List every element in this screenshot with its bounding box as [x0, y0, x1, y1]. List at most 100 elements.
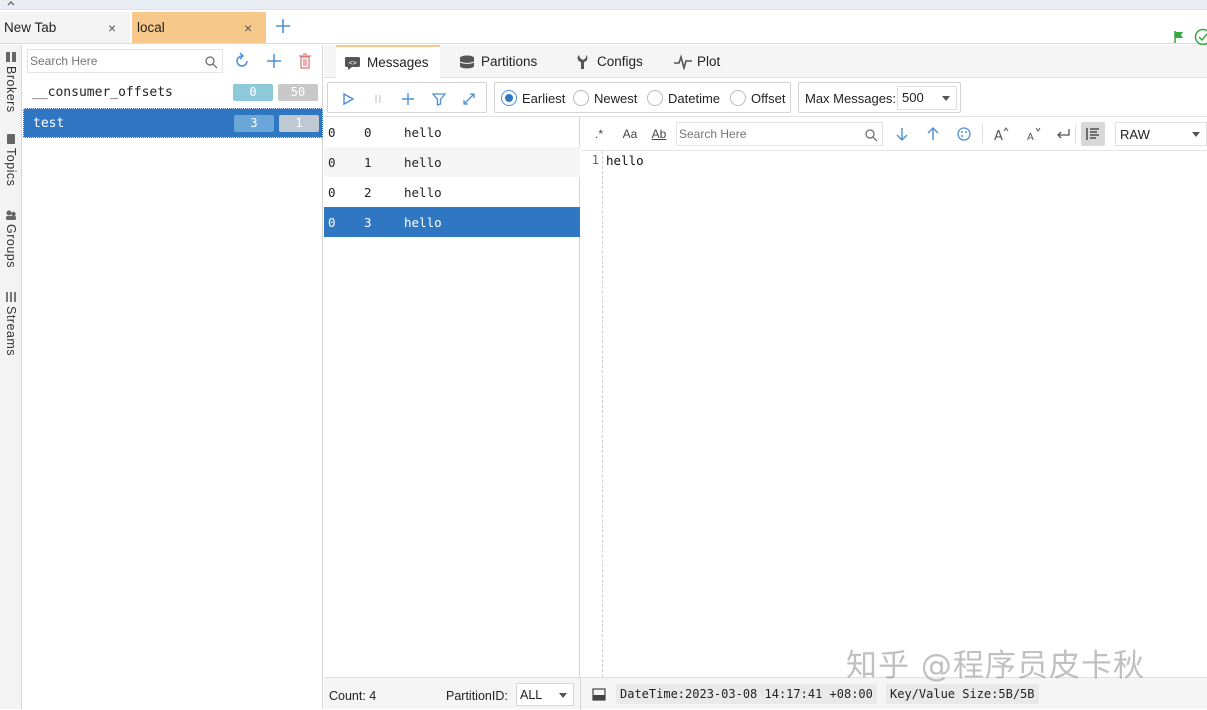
svg-text:<>: <>	[349, 59, 357, 67]
size-chip: Key/Value Size:5B/5B	[886, 684, 1039, 704]
message-row[interactable]: 0 2 hello	[324, 177, 580, 207]
svg-text:A: A	[1027, 132, 1034, 142]
rail-item-topics[interactable]: Topics	[2, 133, 20, 186]
offset-cell: 2	[364, 185, 372, 200]
whole-word-icon[interactable]: Ab	[650, 126, 668, 142]
arrow-up-icon[interactable]	[925, 126, 941, 142]
expand-icon[interactable]	[461, 91, 477, 107]
message-row[interactable]: 0 1 hello	[324, 147, 580, 177]
status-divider	[580, 678, 581, 710]
match-case-icon[interactable]: Aa	[621, 126, 639, 142]
brokers-icon	[5, 51, 17, 63]
max-messages-label: Max Messages:	[805, 91, 896, 106]
add-message-icon[interactable]	[400, 91, 416, 107]
editor-search-input[interactable]	[677, 123, 857, 145]
radio-dot	[730, 90, 746, 106]
rail-item-brokers[interactable]: Brokers	[2, 51, 20, 113]
tab-label: local	[137, 20, 165, 35]
pause-icon[interactable]	[370, 91, 386, 107]
tab-label: New Tab	[4, 20, 56, 35]
radio-datetime[interactable]: Datetime	[647, 90, 720, 106]
max-messages-select[interactable]: 500	[897, 86, 957, 110]
rail-item-groups[interactable]: Groups	[2, 209, 20, 268]
title-strip	[0, 0, 1207, 10]
radio-offset[interactable]: Offset	[730, 90, 785, 106]
add-topic-icon[interactable]	[265, 52, 283, 70]
wrench-icon	[574, 54, 592, 70]
radio-label: Newest	[594, 91, 637, 106]
topic-row-selected[interactable]: test 3 1	[23, 108, 323, 138]
editor-search-box[interactable]	[676, 122, 883, 146]
streams-icon	[5, 291, 17, 303]
editor-toolbar: .* Aa Ab A A RAW	[581, 117, 1207, 151]
partition-count-badge: 0	[233, 84, 273, 101]
format-select[interactable]: RAW	[1115, 122, 1207, 146]
tab-local[interactable]: local ×	[132, 12, 266, 43]
watermark: 知乎 @程序员皮卡秋	[846, 640, 1145, 685]
message-list: 0 0 hello 0 1 hello 0 2 hello 0 3 hello	[324, 117, 580, 677]
editor-content[interactable]: hello	[606, 153, 644, 168]
font-decrease-icon[interactable]: A	[1025, 126, 1041, 142]
play-icon[interactable]	[340, 91, 356, 107]
add-tab-icon[interactable]	[274, 17, 292, 35]
message-row-selected[interactable]: 0 3 hello	[324, 207, 580, 237]
main-tab-bar: <> Messages Partitions Configs Plot	[324, 45, 1207, 78]
line-gutter: 1	[581, 151, 603, 677]
action-group	[327, 82, 487, 113]
line-numbers-toggle[interactable]	[1081, 122, 1105, 146]
radio-dot	[573, 90, 589, 106]
panel-icon[interactable]	[592, 688, 606, 701]
tab-plot[interactable]: Plot	[674, 45, 754, 78]
radio-label: Earliest	[522, 91, 565, 106]
topic-search-box[interactable]	[27, 49, 223, 73]
word-wrap-icon[interactable]	[1055, 126, 1071, 142]
chevron-down-icon	[1192, 132, 1200, 137]
search-icon[interactable]	[864, 128, 878, 142]
font-increase-icon[interactable]: A	[993, 126, 1009, 142]
value-cell: hello	[404, 155, 442, 170]
partition-id-label: PartitionID:	[446, 689, 508, 703]
radio-label: Datetime	[668, 91, 720, 106]
radio-label: Offset	[751, 91, 785, 106]
partitions-icon	[458, 54, 476, 70]
refresh-icon[interactable]	[233, 52, 251, 70]
radio-newest[interactable]: Newest	[573, 90, 637, 106]
messages-toolbar: Earliest Newest Datetime Offset Max Mess…	[324, 79, 1207, 117]
partition-id-select[interactable]: ALL	[516, 683, 574, 706]
chevron-down-icon	[942, 96, 950, 101]
regex-icon[interactable]: .*	[591, 126, 607, 142]
tab-label: Configs	[597, 54, 643, 69]
value-cell: hello	[404, 125, 442, 140]
palette-icon[interactable]	[956, 126, 972, 142]
partition-cell: 0	[328, 215, 336, 230]
chevron-up-icon[interactable]	[6, 0, 16, 8]
radio-earliest[interactable]: Earliest	[501, 90, 565, 106]
close-icon[interactable]: ×	[108, 20, 116, 36]
topic-search-input[interactable]	[28, 50, 198, 72]
partition-cell: 0	[328, 185, 336, 200]
rail-label: Brokers	[4, 66, 18, 113]
connected-status-icon[interactable]	[1194, 28, 1207, 46]
arrow-down-icon[interactable]	[894, 126, 910, 142]
flag-icon[interactable]	[1172, 30, 1186, 44]
tab-partitions[interactable]: Partitions	[458, 45, 558, 78]
replica-count-badge: 50	[278, 84, 318, 101]
delete-topic-icon[interactable]	[296, 52, 314, 70]
search-icon[interactable]	[204, 55, 218, 69]
partition-cell: 0	[328, 125, 336, 140]
filter-icon[interactable]	[431, 91, 447, 107]
topic-row[interactable]: __consumer_offsets 0 50	[23, 78, 323, 108]
rail-item-streams[interactable]: Streams	[2, 291, 20, 356]
list-icon	[1085, 126, 1101, 142]
tab-new-tab[interactable]: New Tab ×	[0, 12, 130, 43]
chevron-down-icon	[559, 693, 567, 698]
tab-messages[interactable]: <> Messages	[336, 45, 440, 78]
tab-configs[interactable]: Configs	[574, 45, 664, 78]
partition-id-value: ALL	[520, 688, 542, 702]
close-icon[interactable]: ×	[244, 20, 252, 36]
message-row[interactable]: 0 0 hello	[324, 117, 580, 147]
topics-panel: __consumer_offsets 0 50 test 3 1	[23, 45, 323, 709]
partition-count-badge: 3	[234, 115, 274, 132]
max-messages-group: Max Messages: 500	[798, 82, 961, 113]
plot-icon	[674, 54, 692, 70]
